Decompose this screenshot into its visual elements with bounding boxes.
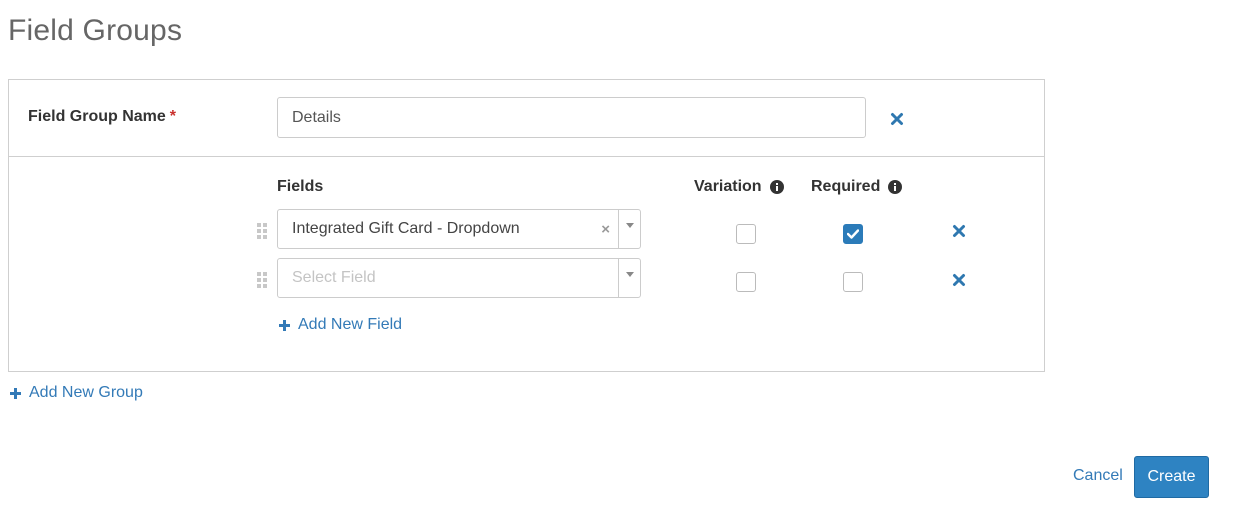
check-icon (847, 229, 859, 239)
variation-column-label: Variation (694, 178, 762, 195)
select-divider (618, 210, 619, 248)
drag-handle-icon[interactable] (257, 223, 267, 239)
create-button[interactable]: Create (1134, 456, 1209, 498)
chevron-down-icon[interactable] (626, 223, 634, 228)
field-group-name-text: Field Group Name (28, 108, 166, 125)
field-select-value: Integrated Gift Card - Dropdown (292, 220, 520, 237)
required-checkbox[interactable] (843, 272, 863, 292)
add-new-group-label: Add New Group (29, 384, 143, 401)
clear-selection-icon[interactable]: × (601, 221, 610, 238)
field-select[interactable]: Integrated Gift Card - Dropdown × (277, 209, 641, 249)
plus-icon (10, 387, 21, 399)
required-column-header: Required (811, 178, 903, 196)
info-icon[interactable] (769, 180, 784, 194)
field-group-header: Field Group Name * (9, 80, 1044, 157)
remove-field-icon[interactable] (951, 223, 967, 239)
chevron-down-icon[interactable] (626, 272, 634, 277)
drag-handle-icon[interactable] (257, 272, 267, 288)
add-new-field-label: Add New Field (298, 316, 403, 333)
fields-column-label: Fields (277, 178, 324, 195)
remove-field-icon[interactable] (951, 272, 967, 288)
variation-checkbox[interactable] (736, 224, 756, 244)
field-group-panel: Field Group Name* Fields Variation Requi… (8, 79, 1045, 372)
add-new-field-link[interactable]: Add New Field (278, 316, 402, 334)
field-group-name-label: Field Group Name * (28, 108, 176, 126)
remove-group-icon[interactable] (889, 111, 905, 127)
select-divider (618, 259, 619, 297)
cancel-link[interactable]: Cancel (1073, 467, 1123, 485)
required-checkbox[interactable] (843, 224, 863, 244)
add-new-group-link[interactable]: Add New Group (9, 384, 143, 402)
variation-column-header: Variation (694, 178, 784, 196)
required-marker: * (169, 108, 177, 125)
fields-column-header: Fields (277, 178, 323, 196)
variation-checkbox[interactable] (736, 272, 756, 292)
field-select[interactable]: Select Field (277, 258, 641, 298)
page-title: Field Groups (8, 14, 183, 47)
plus-icon (279, 319, 290, 331)
info-icon[interactable] (888, 180, 903, 194)
field-select-placeholder: Select Field (292, 269, 376, 286)
field-group-name-input[interactable] (277, 97, 866, 138)
required-column-label: Required (811, 178, 881, 195)
